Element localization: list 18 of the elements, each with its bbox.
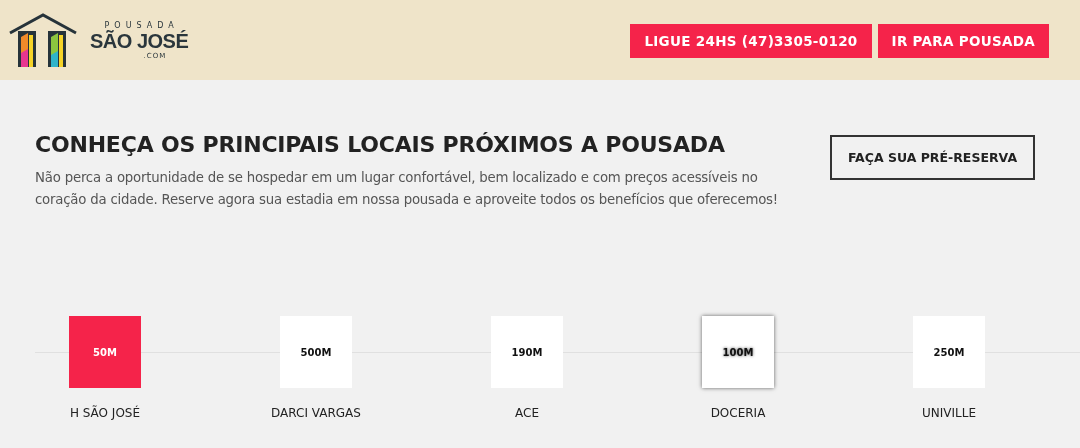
section-title: CONHEÇA OS PRINCIPAIS LOCAIS PRÓXIMOS A POUSADA bbox=[35, 131, 726, 159]
logo-tagline: POUSADA bbox=[103, 20, 179, 30]
house-logo-icon bbox=[8, 11, 78, 69]
distance-marker[interactable]: 100M bbox=[702, 316, 774, 388]
header-button[interactable]: IR PARA POUSADA bbox=[877, 23, 1049, 58]
distance-marker[interactable]: 250M bbox=[913, 316, 985, 388]
place-name: DARCI VARGAS bbox=[271, 406, 361, 420]
intro-paragraph: Não perca a oportunidade de se hospedar em um lugar confortável, bem localizado e com preços acessíveis no coração da cidade. Reserve agora sua estadia em nossa pousada e aproveite todos os benefícios que oferecemos! bbox=[35, 169, 779, 209]
place-name: ACE bbox=[515, 406, 539, 420]
header-button[interactable]: LIGUE 24HS (47)3305-0120 bbox=[630, 23, 872, 58]
pre-reservation-button[interactable]: FAÇA SUA PRÉ-RESERVA bbox=[830, 135, 1035, 180]
distance-marker[interactable]: 190M bbox=[491, 316, 563, 388]
place-name: DOCERIA bbox=[710, 406, 766, 420]
logo-wordmark: SÃO JOSÉ bbox=[90, 29, 189, 52]
place-name: H SÃO JOSÉ bbox=[69, 406, 141, 420]
place-name: UNIVILLE bbox=[922, 406, 976, 420]
distance-marker[interactable]: 50M bbox=[69, 316, 141, 388]
distance-marker[interactable]: 500M bbox=[280, 316, 352, 388]
